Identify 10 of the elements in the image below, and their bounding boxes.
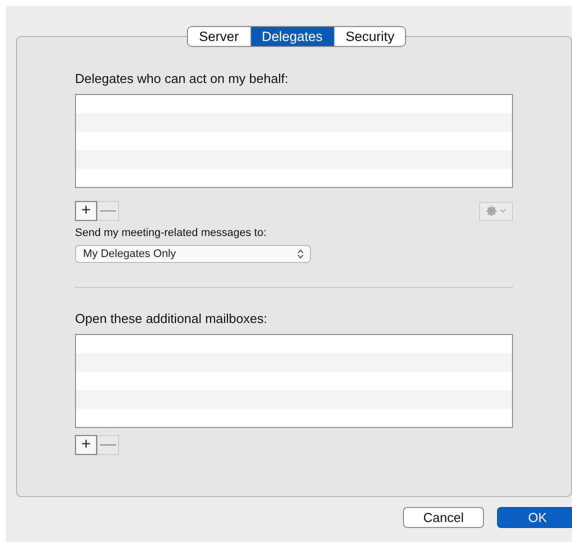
cancel-button[interactable]: Cancel xyxy=(403,507,484,528)
recipient-popup[interactable]: My Delegates Only xyxy=(75,245,311,263)
section-label: Open these additional mailboxes: xyxy=(75,311,268,326)
section-label: Delegates who can act on my behalf: xyxy=(75,71,290,86)
add-button[interactable]: + xyxy=(75,201,97,221)
tab[interactable]: Security xyxy=(334,27,406,46)
meeting-messages-label: Send my meeting-related messages to: xyxy=(75,227,268,239)
add-button[interactable]: + xyxy=(75,435,97,455)
tab[interactable]: Delegates xyxy=(250,27,334,46)
ok-button[interactable]: OK xyxy=(497,507,572,528)
